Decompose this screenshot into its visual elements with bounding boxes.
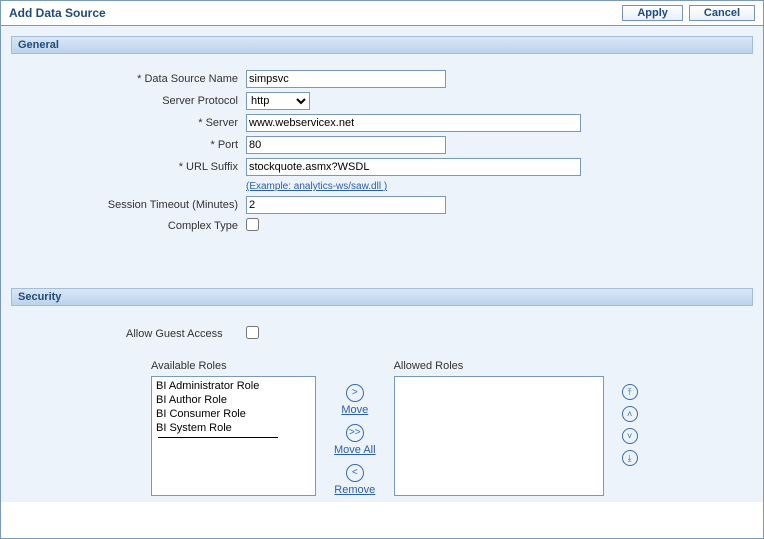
available-roles-label: Available Roles: [151, 360, 316, 372]
dsname-label: * Data Source Name: [21, 73, 246, 85]
allowed-roles-listbox[interactable]: [394, 376, 604, 496]
remove-button[interactable]: Remove: [334, 484, 375, 496]
protocol-select[interactable]: http: [246, 92, 310, 110]
move-top-icon[interactable]: ⤒: [622, 384, 638, 400]
allowed-roles-label: Allowed Roles: [394, 360, 604, 372]
list-divider: [158, 437, 278, 438]
panel-header: Add Data Source Apply Cancel: [1, 1, 763, 26]
security-section-body: Allow Guest Access Available Roles BI Ad…: [11, 306, 753, 502]
move-icon[interactable]: >: [346, 384, 364, 402]
complex-type-checkbox[interactable]: [246, 218, 259, 231]
security-section-heading: Security: [11, 288, 753, 306]
session-label: Session Timeout (Minutes): [21, 199, 246, 211]
list-item[interactable]: BI Administrator Role: [154, 379, 313, 393]
port-label: * Port: [21, 139, 246, 151]
server-label: * Server: [21, 117, 246, 129]
url-suffix-input[interactable]: [246, 158, 581, 176]
move-all-button[interactable]: Move All: [334, 444, 376, 456]
move-bottom-icon[interactable]: ⤓: [622, 450, 638, 466]
move-button[interactable]: Move: [341, 404, 368, 416]
remove-icon[interactable]: <: [346, 464, 364, 482]
move-down-icon[interactable]: ˅: [622, 428, 638, 444]
general-section-body: * Data Source Name Server Protocol http …: [11, 54, 753, 258]
general-section-heading: General: [11, 36, 753, 54]
url-example-text: (Example: analytics-ws/saw.dll ): [246, 181, 387, 192]
page-title: Add Data Source: [9, 6, 106, 20]
guest-label: Allow Guest Access: [21, 328, 246, 340]
add-data-source-panel: Add Data Source Apply Cancel General * D…: [0, 0, 764, 539]
list-item[interactable]: BI Consumer Role: [154, 407, 313, 421]
session-timeout-input[interactable]: [246, 196, 446, 214]
list-item[interactable]: BI System Role: [154, 421, 313, 435]
move-all-icon[interactable]: >>: [346, 424, 364, 442]
apply-button[interactable]: Apply: [622, 5, 683, 21]
available-roles-listbox[interactable]: BI Administrator RoleBI Author RoleBI Co…: [151, 376, 316, 496]
dsname-input[interactable]: [246, 70, 446, 88]
complex-label: Complex Type: [21, 220, 246, 232]
protocol-label: Server Protocol: [21, 95, 246, 107]
url-label: * URL Suffix: [21, 161, 246, 173]
list-item[interactable]: BI Author Role: [154, 393, 313, 407]
port-input[interactable]: [246, 136, 446, 154]
allow-guest-checkbox[interactable]: [246, 326, 259, 339]
move-up-icon[interactable]: ˄: [622, 406, 638, 422]
cancel-button[interactable]: Cancel: [689, 5, 755, 21]
server-input[interactable]: [246, 114, 581, 132]
